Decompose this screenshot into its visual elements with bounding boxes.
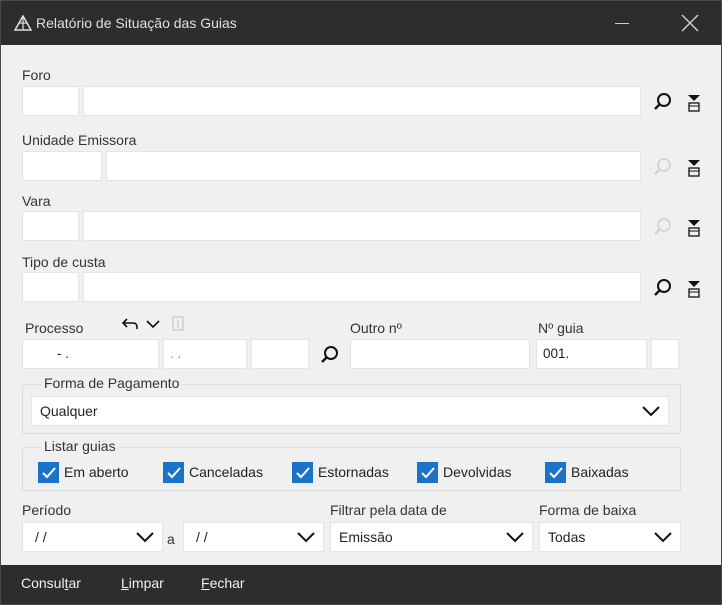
close-icon: [681, 14, 699, 32]
chevron-down-icon: [654, 532, 672, 543]
processo-label: Processo: [25, 320, 84, 336]
unidade-emissora-code-input[interactable]: [22, 151, 102, 181]
baixadas-label: Baixadas: [571, 464, 629, 480]
undo-icon[interactable]: [121, 317, 139, 331]
numero-guia-suffix-input[interactable]: [651, 339, 679, 369]
listar-guias-label: Listar guias: [41, 438, 119, 454]
title-bar: Relatório de Situação das Guias: [1, 1, 721, 45]
check-icon: [549, 466, 563, 478]
forma-pagamento-value: Qualquer: [40, 403, 98, 419]
periodo-label: Período: [22, 502, 72, 518]
filtrar-data-select[interactable]: Emissão: [330, 522, 533, 552]
vara-name-input[interactable]: [83, 211, 641, 241]
unidade-emissora-dropdown-icon[interactable]: [687, 156, 701, 178]
chevron-down-icon: [506, 532, 524, 543]
chevron-down-icon: [642, 406, 660, 417]
report-window: Relatório de Situação das Guias Foro Uni…: [0, 0, 722, 605]
fechar-button[interactable]: Fechar: [201, 575, 245, 591]
close-button[interactable]: [667, 1, 721, 45]
check-icon: [167, 466, 181, 478]
clipboard-icon[interactable]: [171, 315, 185, 331]
window-title: Relatório de Situação das Guias: [36, 15, 237, 31]
unidade-emissora-name-input[interactable]: [106, 151, 641, 181]
periodo-from-value: / /: [35, 529, 47, 545]
periodo-from-select[interactable]: / /: [22, 522, 163, 552]
chevron-down-icon: [136, 532, 154, 543]
foro-dropdown-icon[interactable]: [687, 91, 701, 113]
outro-numero-input[interactable]: [350, 339, 530, 369]
canceladas-checkbox[interactable]: Canceladas: [163, 460, 263, 484]
foro-code-input[interactable]: [22, 86, 79, 116]
minimize-button[interactable]: [596, 1, 650, 45]
check-icon: [421, 466, 435, 478]
estornadas-label: Estornadas: [318, 464, 389, 480]
devolvidas-checkbox[interactable]: Devolvidas: [417, 460, 511, 484]
chevron-down-icon: [297, 532, 315, 543]
limpar-button[interactable]: Limpar: [121, 575, 164, 591]
outro-numero-label: Outro nº: [350, 320, 402, 336]
numero-guia-input[interactable]: 001.: [536, 339, 647, 369]
foro-name-input[interactable]: [83, 86, 641, 116]
forma-baixa-value: Todas: [548, 529, 586, 545]
estornadas-checkbox[interactable]: Estornadas: [292, 460, 389, 484]
vara-search-icon[interactable]: [652, 216, 674, 238]
vara-label: Vara: [22, 193, 51, 209]
processo-segment-input[interactable]: . .: [163, 339, 247, 369]
foro-search-icon[interactable]: [652, 91, 674, 113]
unidade-emissora-label: Unidade Emissora: [22, 132, 137, 148]
baixadas-checkbox[interactable]: Baixadas: [545, 460, 629, 484]
devolvidas-label: Devolvidas: [443, 464, 512, 480]
scales-logo-icon: [14, 15, 32, 31]
tipo-custa-name-input[interactable]: [83, 272, 641, 302]
periodo-separator: a: [167, 531, 175, 547]
check-icon: [42, 466, 56, 478]
processo-search-icon[interactable]: [319, 344, 341, 366]
processo-origin-input[interactable]: [251, 339, 309, 369]
tipo-custa-label: Tipo de custa: [22, 254, 106, 270]
chevron-down-icon[interactable]: [146, 319, 160, 329]
forma-baixa-label: Forma de baixa: [539, 502, 637, 518]
unidade-emissora-search-icon[interactable]: [652, 156, 674, 178]
filtrar-data-label: Filtrar pela data de: [330, 502, 447, 518]
vara-dropdown-icon[interactable]: [687, 216, 701, 238]
tipo-custa-dropdown-icon[interactable]: [687, 277, 701, 299]
tipo-custa-code-input[interactable]: [22, 272, 79, 302]
periodo-to-value: / /: [196, 529, 208, 545]
numero-guia-label: Nº guia: [538, 320, 584, 336]
em-aberto-checkbox[interactable]: Em aberto: [38, 460, 129, 484]
em-aberto-label: Em aberto: [64, 464, 129, 480]
forma-pagamento-label: Forma de Pagamento: [41, 375, 183, 391]
canceladas-label: Canceladas: [189, 464, 263, 480]
vara-code-input[interactable]: [22, 211, 79, 241]
action-bar: Consultar Limpar Fechar: [1, 565, 721, 604]
tipo-custa-search-icon[interactable]: [652, 277, 674, 299]
check-icon: [296, 466, 310, 478]
forma-baixa-select[interactable]: Todas: [539, 522, 681, 552]
periodo-to-select[interactable]: / /: [183, 522, 324, 552]
forma-pagamento-select[interactable]: Qualquer: [31, 396, 669, 426]
consultar-button[interactable]: Consultar: [21, 575, 81, 591]
foro-label: Foro: [22, 67, 51, 83]
filtrar-data-value: Emissão: [339, 529, 393, 545]
processo-number-input[interactable]: - .: [22, 339, 159, 369]
